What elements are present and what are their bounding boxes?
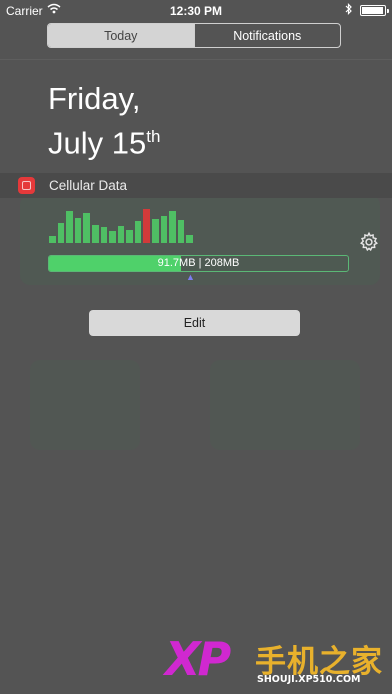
gear-icon[interactable] <box>358 231 380 253</box>
widget-title: Cellular Data <box>49 178 128 193</box>
widget-header[interactable]: Cellular Data <box>0 173 392 198</box>
watermark-brand: XP <box>165 632 231 686</box>
header-divider <box>0 59 392 60</box>
usage-bar <box>117 226 125 243</box>
cellular-data-app-icon <box>18 177 35 194</box>
data-usage-progress: 91.7MB | 208MB <box>48 255 349 272</box>
usage-bar <box>100 227 108 243</box>
faded-app-icon-left <box>30 360 140 450</box>
battery-icon <box>360 5 389 16</box>
usage-bar <box>134 221 142 243</box>
tab-today[interactable]: Today <box>48 24 194 47</box>
usage-bar <box>49 235 56 243</box>
usage-bar-chart <box>49 203 195 243</box>
date-display: Friday, July 15th <box>48 80 160 162</box>
day-ordinal: th <box>146 127 161 146</box>
usage-bar <box>66 211 73 243</box>
faded-app-icon-right <box>210 360 360 450</box>
watermark-logo: XP 手机之家 SHOUJI.XP510.COM <box>165 632 392 694</box>
data-usage-text: 91.7MB | 208MB <box>157 257 240 269</box>
usage-bar <box>169 211 176 243</box>
bluetooth-icon <box>345 3 352 15</box>
usage-bar <box>160 215 168 243</box>
usage-bar <box>126 229 133 243</box>
month-day-label: July 15th <box>48 118 160 162</box>
battery-fill <box>362 7 383 14</box>
usage-bar <box>74 218 82 243</box>
weekday-label: Friday, <box>48 81 141 116</box>
usage-bar <box>57 223 65 243</box>
status-time: 12:30 PM <box>169 4 223 18</box>
status-bar: Carrier 12:30 PM <box>0 0 392 20</box>
usage-marker-icon: ▲ <box>186 272 195 282</box>
usage-bar <box>152 219 159 243</box>
usage-bar <box>177 219 185 243</box>
usage-bar <box>186 235 193 243</box>
month-day-text: July 15 <box>48 125 147 161</box>
usage-bar <box>109 231 116 243</box>
tab-notifications[interactable]: Notifications <box>193 24 341 47</box>
view-switcher: Today Notifications <box>47 23 341 48</box>
edit-button[interactable]: Edit <box>89 310 300 336</box>
usage-bar <box>143 209 151 243</box>
usage-bar <box>91 225 99 243</box>
usage-bar <box>83 213 90 243</box>
watermark-site: SHOUJI.XP510.COM <box>257 674 361 685</box>
